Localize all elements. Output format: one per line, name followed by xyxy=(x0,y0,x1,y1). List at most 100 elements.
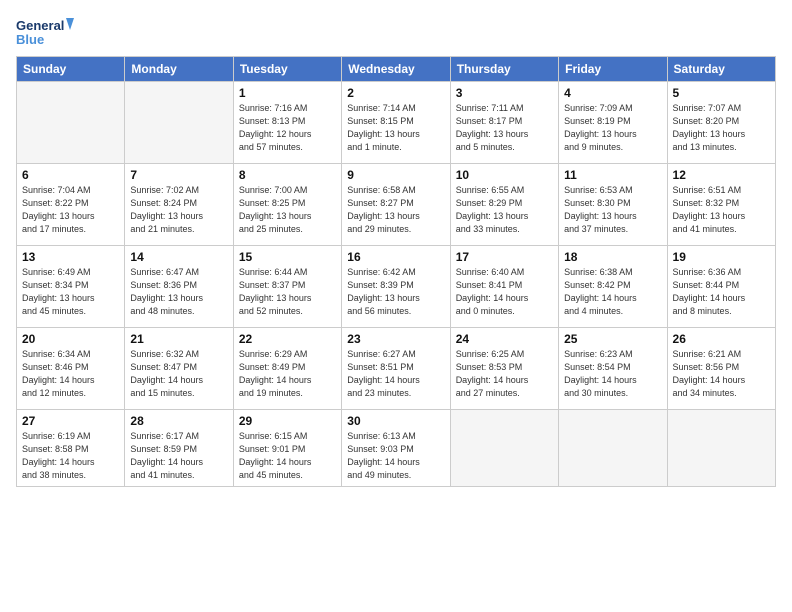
day-info: Sunrise: 6:29 AMSunset: 8:49 PMDaylight:… xyxy=(239,348,336,400)
day-number: 28 xyxy=(130,414,227,428)
day-info: Sunrise: 7:09 AMSunset: 8:19 PMDaylight:… xyxy=(564,102,661,154)
day-number: 13 xyxy=(22,250,119,264)
weekday-header-saturday: Saturday xyxy=(667,57,775,82)
page: General Blue SundayMondayTuesdayWednesda… xyxy=(0,0,792,497)
day-number: 20 xyxy=(22,332,119,346)
calendar-cell xyxy=(559,410,667,487)
day-info: Sunrise: 7:07 AMSunset: 8:20 PMDaylight:… xyxy=(673,102,770,154)
weekday-header-friday: Friday xyxy=(559,57,667,82)
week-row-3: 13 Sunrise: 6:49 AMSunset: 8:34 PMDayligh… xyxy=(17,246,776,328)
day-number: 17 xyxy=(456,250,553,264)
calendar-cell: 21Sunrise: 6:32 AMSunset: 8:47 PMDayligh… xyxy=(125,328,233,410)
week-row-2: 6 Sunrise: 7:04 AMSunset: 8:22 PMDaylight… xyxy=(17,164,776,246)
day-number: 7 xyxy=(130,168,227,182)
day-number: 4 xyxy=(564,86,661,100)
day-info: Sunrise: 6:42 AMSunset: 8:39 PMDaylight:… xyxy=(347,266,444,318)
calendar-cell: 29 Sunrise: 6:15 AMSunset: 9:01 PMDayligh… xyxy=(233,410,341,487)
day-number: 12 xyxy=(673,168,770,182)
week-row-4: 20 Sunrise: 6:34 AMSunset: 8:46 PMDayligh… xyxy=(17,328,776,410)
day-info: Sunrise: 6:58 AMSunset: 8:27 PMDaylight:… xyxy=(347,184,444,236)
calendar-cell xyxy=(667,410,775,487)
day-info: Sunrise: 7:14 AMSunset: 8:15 PMDaylight:… xyxy=(347,102,444,154)
calendar-cell xyxy=(450,410,558,487)
day-number: 15 xyxy=(239,250,336,264)
day-info: Sunrise: 6:27 AMSunset: 8:51 PMDaylight:… xyxy=(347,348,444,400)
day-info: Sunrise: 7:04 AMSunset: 8:22 PMDaylight:… xyxy=(22,184,119,236)
day-info: Sunrise: 6:23 AMSunset: 8:54 PMDaylight:… xyxy=(564,348,661,400)
weekday-header-sunday: Sunday xyxy=(17,57,125,82)
day-number: 10 xyxy=(456,168,553,182)
svg-text:General: General xyxy=(16,18,64,33)
calendar-cell xyxy=(125,82,233,164)
day-number: 9 xyxy=(347,168,444,182)
weekday-header-thursday: Thursday xyxy=(450,57,558,82)
weekday-header-monday: Monday xyxy=(125,57,233,82)
day-info: Sunrise: 6:21 AMSunset: 8:56 PMDaylight:… xyxy=(673,348,770,400)
calendar-cell: 7Sunrise: 7:02 AMSunset: 8:24 PMDaylight… xyxy=(125,164,233,246)
logo-svg: General Blue xyxy=(16,14,76,50)
calendar-cell: 20 Sunrise: 6:34 AMSunset: 8:46 PMDayligh… xyxy=(17,328,125,410)
week-row-1: 1 Sunrise: 7:16 AMSunset: 8:13 PMDaylight… xyxy=(17,82,776,164)
calendar-cell: 17Sunrise: 6:40 AMSunset: 8:41 PMDayligh… xyxy=(450,246,558,328)
calendar-table: SundayMondayTuesdayWednesdayThursdayFrid… xyxy=(16,56,776,487)
day-info: Sunrise: 6:51 AMSunset: 8:32 PMDaylight:… xyxy=(673,184,770,236)
calendar-cell: 8 Sunrise: 7:00 AMSunset: 8:25 PMDaylight… xyxy=(233,164,341,246)
calendar-cell: 2 Sunrise: 7:14 AMSunset: 8:15 PMDaylight… xyxy=(342,82,450,164)
calendar-cell: 11 Sunrise: 6:53 AMSunset: 8:30 PMDayligh… xyxy=(559,164,667,246)
day-number: 14 xyxy=(130,250,227,264)
day-number: 26 xyxy=(673,332,770,346)
day-info: Sunrise: 6:13 AMSunset: 9:03 PMDaylight:… xyxy=(347,430,444,482)
day-number: 6 xyxy=(22,168,119,182)
calendar-cell: 23 Sunrise: 6:27 AMSunset: 8:51 PMDayligh… xyxy=(342,328,450,410)
calendar-cell: 26 Sunrise: 6:21 AMSunset: 8:56 PMDayligh… xyxy=(667,328,775,410)
weekday-header-row: SundayMondayTuesdayWednesdayThursdayFrid… xyxy=(17,57,776,82)
day-number: 27 xyxy=(22,414,119,428)
calendar-cell: 9 Sunrise: 6:58 AMSunset: 8:27 PMDaylight… xyxy=(342,164,450,246)
day-number: 22 xyxy=(239,332,336,346)
day-info: Sunrise: 6:49 AMSunset: 8:34 PMDaylight:… xyxy=(22,266,119,318)
day-number: 8 xyxy=(239,168,336,182)
calendar-cell: 3Sunrise: 7:11 AMSunset: 8:17 PMDaylight… xyxy=(450,82,558,164)
calendar-cell: 16 Sunrise: 6:42 AMSunset: 8:39 PMDayligh… xyxy=(342,246,450,328)
day-number: 23 xyxy=(347,332,444,346)
day-info: Sunrise: 6:32 AMSunset: 8:47 PMDaylight:… xyxy=(130,348,227,400)
day-info: Sunrise: 6:55 AMSunset: 8:29 PMDaylight:… xyxy=(456,184,553,236)
day-number: 19 xyxy=(673,250,770,264)
day-number: 29 xyxy=(239,414,336,428)
logo: General Blue xyxy=(16,14,76,50)
day-number: 30 xyxy=(347,414,444,428)
day-number: 5 xyxy=(673,86,770,100)
day-number: 16 xyxy=(347,250,444,264)
day-number: 18 xyxy=(564,250,661,264)
calendar-cell: 27 Sunrise: 6:19 AMSunset: 8:58 PMDayligh… xyxy=(17,410,125,487)
day-info: Sunrise: 7:16 AMSunset: 8:13 PMDaylight:… xyxy=(239,102,336,154)
week-row-5: 27 Sunrise: 6:19 AMSunset: 8:58 PMDayligh… xyxy=(17,410,776,487)
day-info: Sunrise: 6:15 AMSunset: 9:01 PMDaylight:… xyxy=(239,430,336,482)
day-info: Sunrise: 6:44 AMSunset: 8:37 PMDaylight:… xyxy=(239,266,336,318)
day-info: Sunrise: 6:47 AMSunset: 8:36 PMDaylight:… xyxy=(130,266,227,318)
calendar-cell: 18 Sunrise: 6:38 AMSunset: 8:42 PMDayligh… xyxy=(559,246,667,328)
calendar-cell: 14 Sunrise: 6:47 AMSunset: 8:36 PMDayligh… xyxy=(125,246,233,328)
calendar-cell: 24Sunrise: 6:25 AMSunset: 8:53 PMDayligh… xyxy=(450,328,558,410)
calendar-cell: 30 Sunrise: 6:13 AMSunset: 9:03 PMDayligh… xyxy=(342,410,450,487)
day-number: 25 xyxy=(564,332,661,346)
calendar-cell: 12 Sunrise: 6:51 AMSunset: 8:32 PMDayligh… xyxy=(667,164,775,246)
day-number: 24 xyxy=(456,332,553,346)
day-number: 1 xyxy=(239,86,336,100)
day-info: Sunrise: 6:38 AMSunset: 8:42 PMDaylight:… xyxy=(564,266,661,318)
calendar-cell: 6 Sunrise: 7:04 AMSunset: 8:22 PMDaylight… xyxy=(17,164,125,246)
day-info: Sunrise: 7:00 AMSunset: 8:25 PMDaylight:… xyxy=(239,184,336,236)
calendar-cell: 13 Sunrise: 6:49 AMSunset: 8:34 PMDayligh… xyxy=(17,246,125,328)
day-info: Sunrise: 7:11 AMSunset: 8:17 PMDaylight:… xyxy=(456,102,553,154)
day-number: 11 xyxy=(564,168,661,182)
calendar-cell: 5 Sunrise: 7:07 AMSunset: 8:20 PMDaylight… xyxy=(667,82,775,164)
day-info: Sunrise: 6:53 AMSunset: 8:30 PMDaylight:… xyxy=(564,184,661,236)
day-info: Sunrise: 6:34 AMSunset: 8:46 PMDaylight:… xyxy=(22,348,119,400)
day-number: 2 xyxy=(347,86,444,100)
calendar-cell: 10 Sunrise: 6:55 AMSunset: 8:29 PMDayligh… xyxy=(450,164,558,246)
calendar-cell: 19Sunrise: 6:36 AMSunset: 8:44 PMDayligh… xyxy=(667,246,775,328)
day-info: Sunrise: 6:17 AMSunset: 8:59 PMDaylight:… xyxy=(130,430,227,482)
day-info: Sunrise: 6:19 AMSunset: 8:58 PMDaylight:… xyxy=(22,430,119,482)
calendar-cell: 1 Sunrise: 7:16 AMSunset: 8:13 PMDaylight… xyxy=(233,82,341,164)
weekday-header-tuesday: Tuesday xyxy=(233,57,341,82)
